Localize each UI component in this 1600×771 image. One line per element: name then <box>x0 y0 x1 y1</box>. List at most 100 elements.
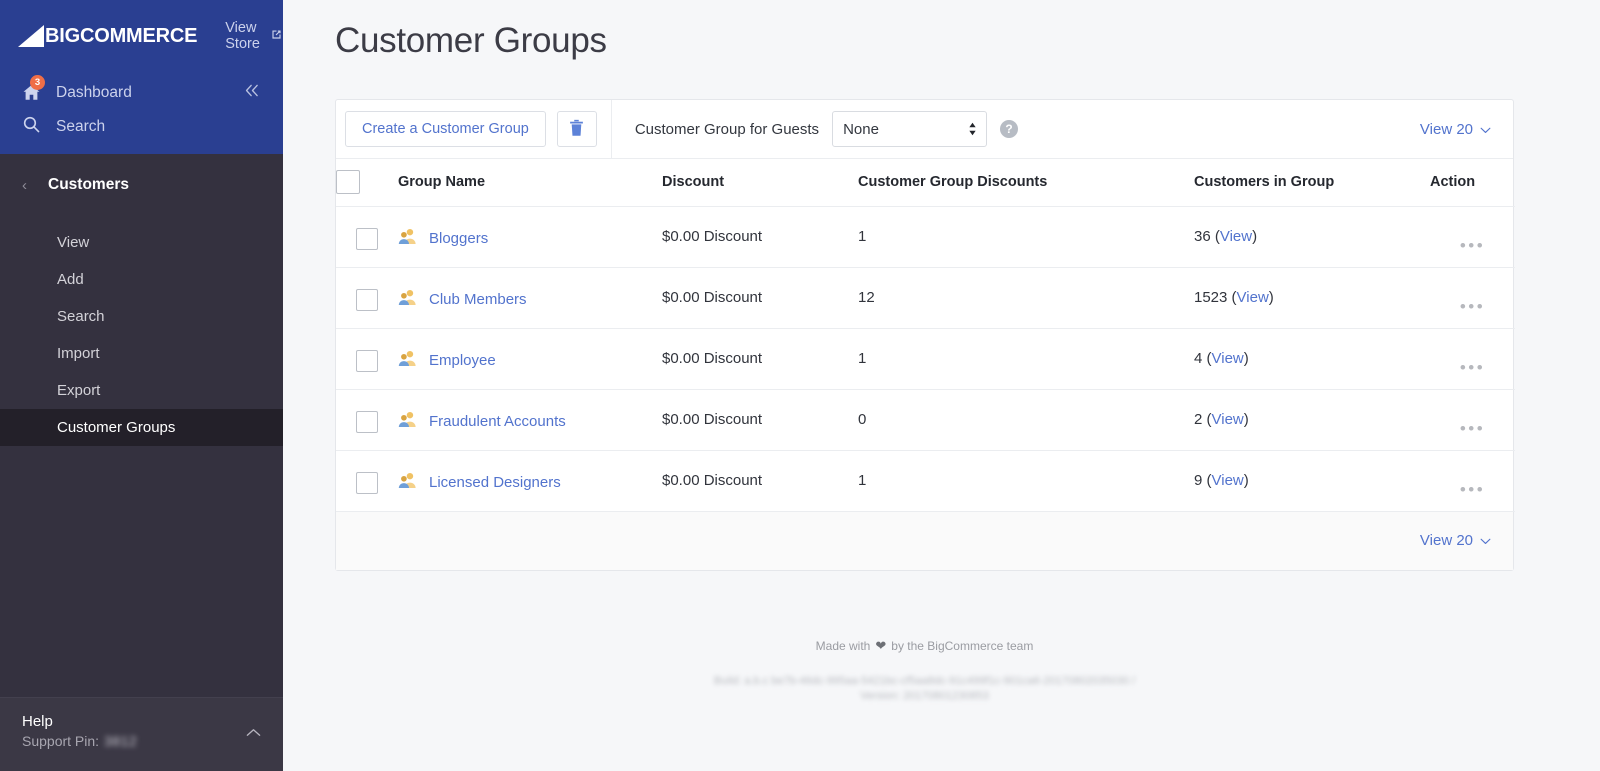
logo-big-text: BIG <box>45 25 80 47</box>
toolbar-actions-group: Create a Customer Group <box>336 100 612 158</box>
ellipsis-icon[interactable]: ••• <box>1460 480 1485 500</box>
row-discount-cell: $0.00 Discount <box>662 206 858 267</box>
sidebar-item-search[interactable]: Search <box>0 113 283 154</box>
row-customers-view-link[interactable]: View <box>1212 472 1244 489</box>
row-customers-view-link[interactable]: View <box>1212 411 1244 428</box>
row-customers-paren-close: ) <box>1244 472 1249 489</box>
sidebar-item-import[interactable]: Import <box>0 335 283 372</box>
table-row: Bloggers $0.00 Discount 1 36 (View) ••• <box>336 206 1515 267</box>
customer-group-icon <box>398 228 417 249</box>
row-customers-count: 9 <box>1194 472 1202 489</box>
dashboard-notification-badge: 3 <box>30 75 45 90</box>
sidebar-item-import-label: Import <box>57 345 100 362</box>
row-checkbox[interactable] <box>356 350 378 372</box>
sidebar-item-export[interactable]: Export <box>0 372 283 409</box>
guest-group-label: Customer Group for Guests <box>635 121 819 138</box>
build-line-2: Version: 20170801230853 <box>335 689 1514 705</box>
build-info: Build: a.b.c be7b-46dc-995aa-5421bc-cf5a… <box>335 674 1514 706</box>
customer-group-icon <box>398 411 417 432</box>
row-group-discounts-cell: 0 <box>858 389 1194 450</box>
row-checkbox[interactable] <box>356 411 378 433</box>
app-root: BIGCOMMERCE View Store <box>0 0 1600 771</box>
row-group-discounts-cell: 1 <box>858 450 1194 511</box>
logo-commerce-text: COMMERCE <box>80 25 197 47</box>
row-discount-cell: $0.00 Discount <box>662 389 858 450</box>
table-header-row: Group Name Discount Customer Group Disco… <box>336 159 1515 206</box>
table-row: Employee $0.00 Discount 1 4 (View) ••• <box>336 328 1515 389</box>
guest-group-control: Customer Group for Guests None ? <box>612 100 1420 158</box>
guest-group-select[interactable]: None <box>832 111 987 147</box>
help-collapse-chevron-up-icon[interactable] <box>246 724 261 740</box>
chevron-down-icon <box>1480 532 1491 549</box>
table-row: Licensed Designers $0.00 Discount 1 9 (V… <box>336 450 1515 511</box>
page-footer: Made with ❤ by the BigCommerce team Buil… <box>335 637 1514 706</box>
build-line-1: Build: a.b.c be7b-46dc-995aa-5421bc-cf5a… <box>335 674 1514 690</box>
view-count-label-top: View 20 <box>1420 121 1473 138</box>
sidebar-item-customer-groups[interactable]: Customer Groups <box>0 409 283 446</box>
select-all-checkbox[interactable] <box>336 170 360 194</box>
group-name-link[interactable]: Employee <box>429 352 496 369</box>
sidebar-item-add[interactable]: Add <box>0 261 283 298</box>
ellipsis-icon[interactable]: ••• <box>1460 297 1485 317</box>
sidebar-collapse-button[interactable] <box>244 84 261 102</box>
row-action-cell: ••• <box>1430 267 1515 328</box>
group-name-link[interactable]: Fraudulent Accounts <box>429 413 566 430</box>
row-customers-count: 36 <box>1194 228 1211 245</box>
sidebar-item-dashboard[interactable]: 3 Dashboard <box>0 72 283 113</box>
heart-icon: ❤ <box>875 638 886 654</box>
sidebar-item-search-customers[interactable]: Search <box>0 298 283 335</box>
group-name-link[interactable]: Licensed Designers <box>429 474 561 491</box>
group-name-link[interactable]: Bloggers <box>429 230 488 247</box>
sidebar-item-view[interactable]: View <box>0 224 283 261</box>
ellipsis-icon[interactable]: ••• <box>1460 236 1485 256</box>
row-group-name-cell: Licensed Designers <box>398 450 662 511</box>
view-count-dropdown-top[interactable]: View 20 <box>1420 121 1491 138</box>
table-head: Group Name Discount Customer Group Disco… <box>336 159 1515 206</box>
question-mark-icon[interactable]: ? <box>1000 120 1018 138</box>
search-icon <box>22 115 41 139</box>
row-group-name-cell: Bloggers <box>398 206 662 267</box>
brand-row: BIGCOMMERCE View Store <box>0 0 283 72</box>
sidebar-section-customers[interactable]: ‹ Customers <box>0 154 283 216</box>
support-pin-label: Support Pin: <box>22 733 99 749</box>
row-group-name-cell: Fraudulent Accounts <box>398 389 662 450</box>
view-store-link[interactable]: View Store <box>225 20 283 52</box>
group-name-link[interactable]: Club Members <box>429 291 527 308</box>
row-customers-cell: 4 (View) <box>1194 328 1430 389</box>
row-customers-cell: 36 (View) <box>1194 206 1430 267</box>
help-panel[interactable]: Help Support Pin: 3812 <box>0 697 283 771</box>
row-group-name-cell: Employee <box>398 328 662 389</box>
row-action-cell: ••• <box>1430 450 1515 511</box>
view-store-label: View Store <box>225 20 264 52</box>
view-count-dropdown-bottom[interactable]: View 20 <box>1420 532 1491 549</box>
row-checkbox[interactable] <box>356 472 378 494</box>
ellipsis-icon[interactable]: ••• <box>1460 419 1485 439</box>
ellipsis-icon[interactable]: ••• <box>1460 358 1485 378</box>
row-customers-cell: 1523 (View) <box>1194 267 1430 328</box>
customer-groups-table: Group Name Discount Customer Group Disco… <box>336 159 1515 512</box>
row-checkbox[interactable] <box>356 289 378 311</box>
sidebar-item-customer-groups-label: Customer Groups <box>57 419 175 436</box>
header-group-name: Group Name <box>398 159 662 206</box>
row-discount-cell: $0.00 Discount <box>662 450 858 511</box>
row-checkbox-cell <box>336 450 398 511</box>
sidebar-item-add-label: Add <box>57 271 84 288</box>
row-customers-count: 2 <box>1194 411 1202 428</box>
create-customer-group-button[interactable]: Create a Customer Group <box>345 111 546 147</box>
row-customers-paren-close: ) <box>1252 228 1257 245</box>
table-row: Fraudulent Accounts $0.00 Discount 0 2 (… <box>336 389 1515 450</box>
table-body: Bloggers $0.00 Discount 1 36 (View) ••• <box>336 206 1515 511</box>
row-checkbox[interactable] <box>356 228 378 250</box>
header-select-all <box>336 159 398 206</box>
delete-selected-button[interactable] <box>557 111 597 147</box>
row-customers-view-link[interactable]: View <box>1237 289 1269 306</box>
sidebar-item-view-label: View <box>57 234 89 251</box>
chevron-left-icon[interactable]: ‹ <box>22 177 48 194</box>
row-customers-count: 4 <box>1194 350 1202 367</box>
made-with-prefix: Made with <box>816 639 871 653</box>
bigcommerce-logo[interactable]: BIGCOMMERCE <box>18 23 197 49</box>
view-count-label-bottom: View 20 <box>1420 532 1473 549</box>
row-customers-view-link[interactable]: View <box>1212 350 1244 367</box>
sidebar-nav-list: View Add Search Import Export Customer G… <box>0 224 283 446</box>
row-customers-view-link[interactable]: View <box>1220 228 1252 245</box>
